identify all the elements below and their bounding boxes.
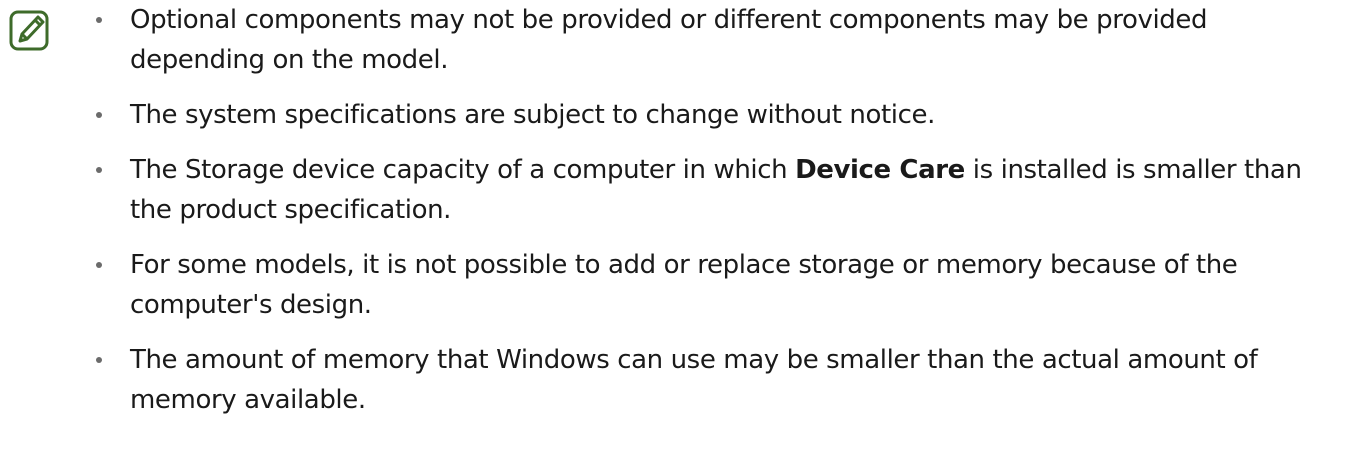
note-text: The amount of memory that Windows can us… bbox=[130, 345, 1258, 415]
note-item: Optional components may not be provided … bbox=[88, 0, 1328, 80]
note-text: The system specifications are subject to… bbox=[130, 100, 935, 130]
bullet bbox=[96, 357, 102, 363]
note-pencil-icon bbox=[8, 9, 52, 53]
bullet bbox=[96, 112, 102, 118]
note-item: The system specifications are subject to… bbox=[88, 95, 1328, 135]
note-text: The Storage device capacity of a compute… bbox=[130, 155, 1302, 225]
note-item: The Storage device capacity of a compute… bbox=[88, 150, 1328, 230]
device-care-term: Device Care bbox=[795, 155, 965, 185]
note-text: For some models, it is not possible to a… bbox=[130, 250, 1238, 320]
notes-list: Optional components may not be provided … bbox=[88, 0, 1328, 420]
note-item: For some models, it is not possible to a… bbox=[88, 245, 1328, 325]
bullet bbox=[96, 167, 102, 173]
note-text-before: The Storage device capacity of a compute… bbox=[130, 155, 796, 185]
note-text: Optional components may not be provided … bbox=[130, 5, 1208, 75]
bullet bbox=[96, 17, 102, 23]
bullet bbox=[96, 262, 102, 268]
note-item: The amount of memory that Windows can us… bbox=[88, 340, 1328, 420]
